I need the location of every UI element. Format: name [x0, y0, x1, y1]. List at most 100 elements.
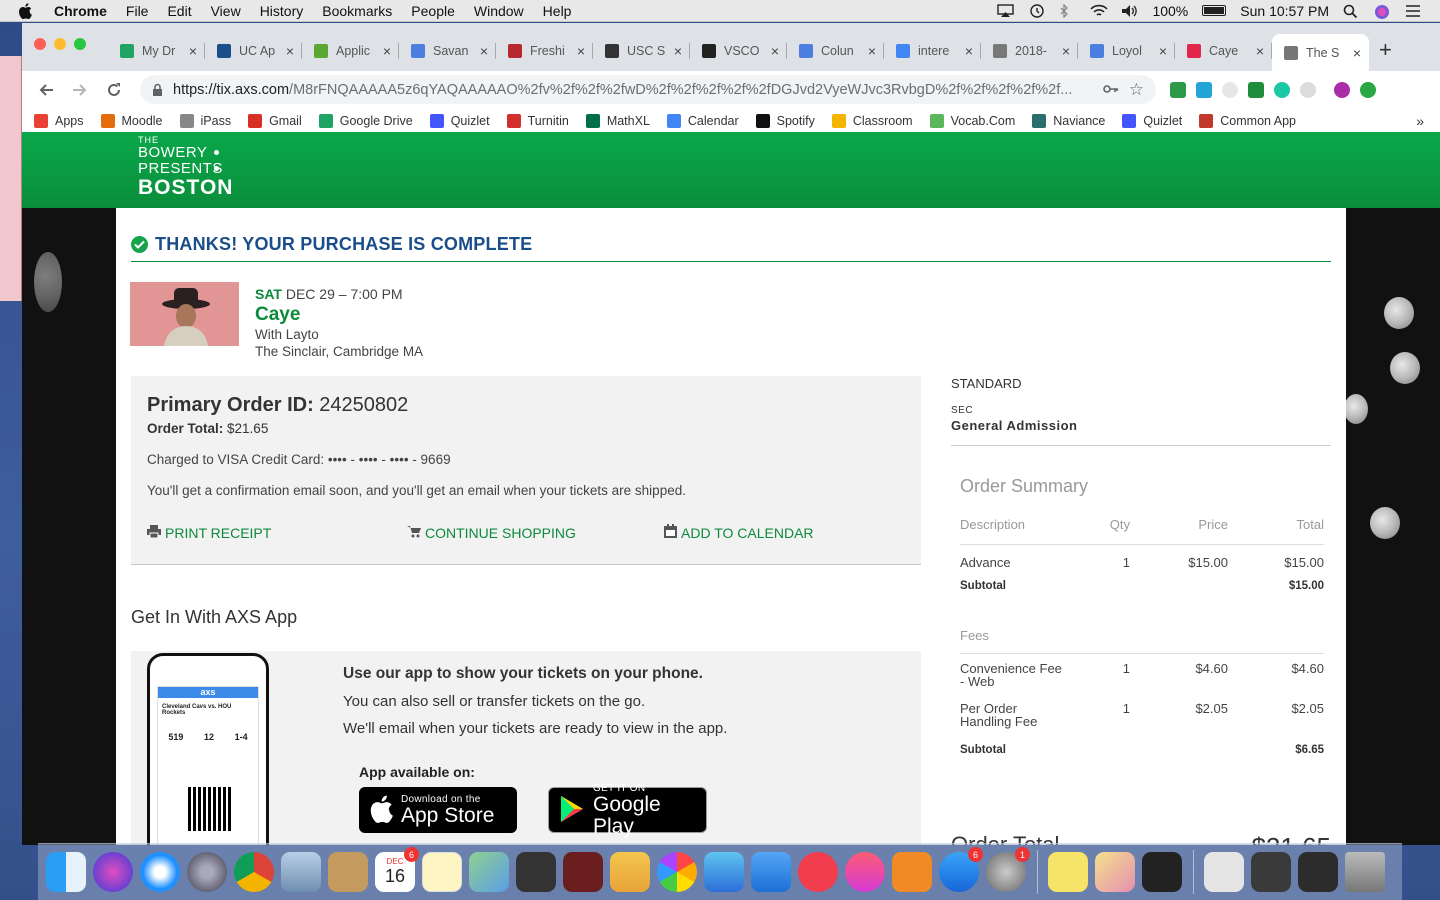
bookmark-item[interactable]: iPass	[179, 114, 231, 128]
airplay-icon[interactable]	[997, 3, 1015, 18]
close-window-button[interactable]	[34, 38, 46, 50]
siri-icon[interactable]	[1374, 4, 1391, 19]
lock-icon[interactable]	[152, 83, 163, 96]
apple-menu-icon[interactable]	[18, 2, 38, 19]
wifi-icon[interactable]	[1090, 4, 1109, 18]
books-icon[interactable]	[892, 852, 932, 892]
cast-extension-icon[interactable]	[1248, 81, 1264, 98]
bookmark-item[interactable]: MathXL	[585, 114, 650, 128]
photos-icon[interactable]	[657, 852, 697, 892]
minimize-window-button[interactable]	[54, 38, 66, 50]
browser-tab[interactable]: intere ×	[884, 34, 981, 68]
menu-window[interactable]: Window	[474, 3, 524, 19]
tab-close-icon[interactable]: ×	[1062, 43, 1070, 59]
new-tab-button[interactable]: +	[1379, 37, 1392, 63]
zoom-window-button[interactable]	[74, 38, 86, 50]
stickies-icon[interactable]	[1048, 852, 1088, 892]
notification-center-icon[interactable]	[1405, 4, 1422, 18]
chrome-dock-icon[interactable]	[234, 852, 274, 892]
print-receipt-link[interactable]: PRINT RECEIPT	[147, 524, 407, 541]
launchpad-icon[interactable]	[187, 852, 227, 892]
photo-booth-icon[interactable]	[563, 852, 603, 892]
final-cut-icon[interactable]	[1142, 852, 1182, 892]
browser-tab[interactable]: VSCO ×	[690, 34, 787, 68]
grey-extension-icon[interactable]	[1222, 81, 1238, 98]
profile-avatar[interactable]	[1334, 81, 1350, 98]
app-store-button[interactable]: Download on the App Store	[359, 787, 517, 833]
tab-close-icon[interactable]: ×	[1353, 45, 1361, 61]
keynote-icon[interactable]	[751, 852, 791, 892]
finder-icon[interactable]	[46, 852, 86, 892]
menubar-clock[interactable]: Sun 10:57 PM	[1240, 3, 1329, 19]
add-to-calendar-link[interactable]: ADD TO CALENDAR	[664, 524, 814, 541]
bookmark-item[interactable]: Apps	[34, 114, 84, 128]
browser-tab[interactable]: USC S ×	[593, 34, 690, 68]
bookmark-item[interactable]: Quizlet	[1122, 114, 1182, 128]
preview-icon[interactable]	[281, 852, 321, 892]
browser-tab[interactable]: The S ×	[1272, 34, 1369, 71]
imovie-icon[interactable]	[516, 852, 556, 892]
bookmark-item[interactable]: Gmail	[248, 114, 302, 128]
music-icon[interactable]	[845, 852, 885, 892]
tab-close-icon[interactable]: ×	[480, 43, 488, 59]
browser-tab[interactable]: Freshi ×	[496, 34, 593, 68]
password-key-icon[interactable]	[1102, 82, 1119, 97]
bookmark-item[interactable]: Classroom	[831, 114, 913, 128]
safari-icon[interactable]	[140, 852, 180, 892]
lp-extension-icon[interactable]	[1300, 81, 1316, 98]
address-bar[interactable]: https://tix.axs.com /M8rFNQAAAAA5z6qYAQA…	[140, 75, 1156, 104]
menu-edit[interactable]: Edit	[167, 3, 191, 19]
google-play-button[interactable]: GET IT ON Google Play	[548, 783, 707, 837]
tab-close-icon[interactable]: ×	[577, 43, 585, 59]
system-preferences-icon[interactable]: 1	[986, 847, 1030, 892]
browser-tab[interactable]: My Dr ×	[108, 34, 205, 68]
tab-close-icon[interactable]: ×	[771, 43, 779, 59]
continue-shopping-link[interactable]: CONTINUE SHOPPING	[407, 524, 664, 541]
notes-icon[interactable]	[422, 852, 462, 892]
bookmark-star-icon[interactable]: ☆	[1129, 80, 1144, 100]
menu-help[interactable]: Help	[543, 3, 572, 19]
artist-photo[interactable]	[130, 282, 239, 346]
preview-document-icon[interactable]	[1095, 852, 1135, 892]
bowery-presents-logo[interactable]: THE BOWERY PRESENTS BOSTON	[138, 136, 233, 199]
bookmark-item[interactable]: Common App	[1199, 114, 1296, 128]
tab-close-icon[interactable]: ×	[674, 43, 682, 59]
contacts-icon[interactable]	[328, 852, 368, 892]
browser-tab[interactable]: Applic ×	[302, 34, 399, 68]
classroom-extension-icon[interactable]	[1170, 81, 1186, 98]
browser-tab[interactable]: Colun ×	[787, 34, 884, 68]
tab-close-icon[interactable]: ×	[189, 43, 197, 59]
back-button[interactable]	[32, 76, 60, 104]
browser-tab[interactable]: 2018- ×	[981, 34, 1078, 68]
bookmark-item[interactable]: Calendar	[666, 114, 739, 128]
menu-people[interactable]: People	[411, 3, 455, 19]
event-artist[interactable]: Caye	[255, 304, 423, 326]
browser-tab[interactable]: Savan ×	[399, 34, 496, 68]
bookmark-item[interactable]: Spotify	[755, 114, 815, 128]
volume-icon[interactable]	[1121, 4, 1138, 18]
browser-tab[interactable]: Loyol ×	[1078, 34, 1175, 68]
tab-close-icon[interactable]: ×	[1256, 43, 1264, 59]
tab-close-icon[interactable]: ×	[1159, 43, 1167, 59]
menu-view[interactable]: View	[211, 3, 241, 19]
tab-close-icon[interactable]: ×	[383, 43, 391, 59]
bookmark-item[interactable]: Quizlet	[429, 114, 490, 128]
bookmark-item[interactable]: Naviance	[1032, 114, 1105, 128]
bookmark-item[interactable]: Vocab.Com	[929, 114, 1015, 128]
battery-icon[interactable]	[1202, 5, 1227, 16]
music-file-icon[interactable]	[1204, 852, 1244, 892]
menu-file[interactable]: File	[126, 3, 149, 19]
downloads-stack-icon[interactable]	[1251, 852, 1291, 892]
app-store-dock-icon[interactable]: 6	[939, 847, 983, 892]
bookmark-item[interactable]: Turnitin	[506, 114, 569, 128]
bookmarks-overflow-icon[interactable]: »	[1416, 113, 1424, 129]
tab-close-icon[interactable]: ×	[965, 43, 973, 59]
cloud-extension-icon[interactable]	[1196, 81, 1212, 98]
menu-bookmarks[interactable]: Bookmarks	[322, 3, 392, 19]
reload-button[interactable]	[100, 76, 128, 104]
browser-tab[interactable]: UC Ap ×	[205, 34, 302, 68]
news-icon[interactable]	[798, 852, 838, 892]
tab-close-icon[interactable]: ×	[286, 43, 294, 59]
siri-dock-icon[interactable]	[93, 852, 133, 892]
bookmark-item[interactable]: Google Drive	[318, 114, 413, 128]
